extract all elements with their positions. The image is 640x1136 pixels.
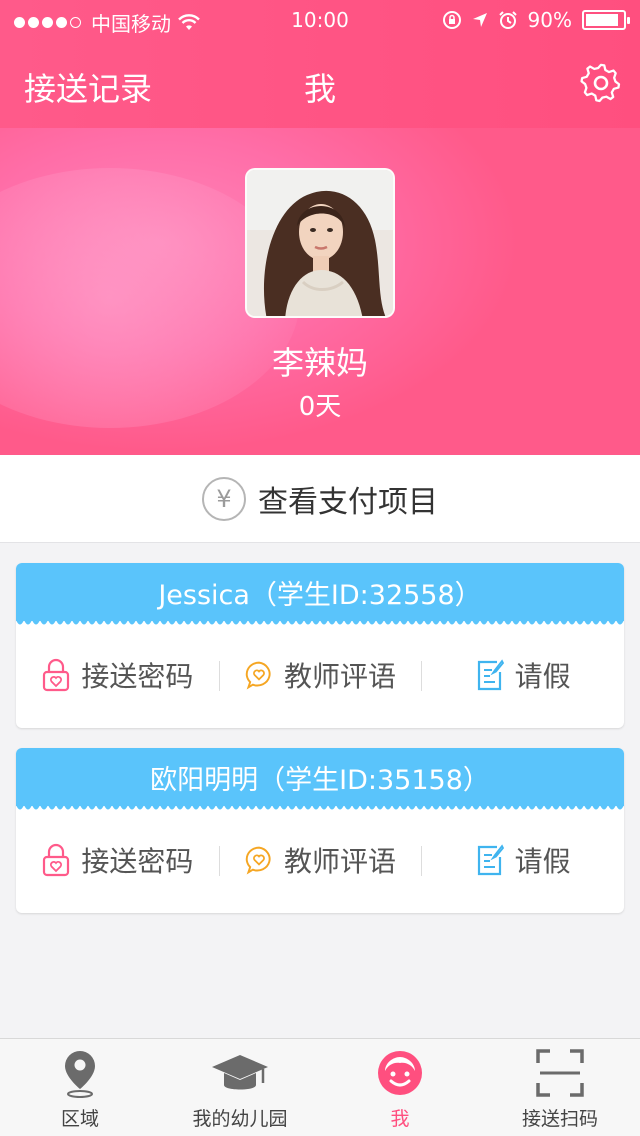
action-label: 请假 [514, 844, 571, 878]
student-actions: 接送密码 教师评语 请假 [16, 621, 624, 728]
leave-request-button[interactable]: 请假 [421, 621, 624, 728]
action-label: 接送密码 [81, 844, 194, 878]
action-label: 请假 [514, 659, 571, 693]
tab-pickup-scan[interactable]: 接送扫码 [480, 1039, 640, 1136]
action-label: 教师评语 [284, 659, 397, 693]
avatar-photo [247, 170, 393, 316]
tab-bar: 区域 我的幼儿园 我 接送扫码 [0, 1038, 640, 1136]
teacher-comments-button[interactable]: 教师评语 [218, 806, 422, 913]
graduation-cap-icon [212, 1055, 268, 1090]
tab-me[interactable]: 我 [320, 1039, 480, 1136]
status-bar: 中国移动 10:00 90% [0, 0, 640, 40]
student-card-header: Jessica（学生ID:32558） [16, 563, 624, 625]
tab-label: 我的幼儿园 [192, 1108, 288, 1130]
yen-icon: ¥ [202, 476, 246, 521]
location-arrow-icon [472, 13, 487, 27]
gear-icon[interactable] [580, 62, 622, 104]
chat-heart-icon [245, 846, 271, 875]
pickup-password-button[interactable]: 接送密码 [16, 806, 219, 913]
action-label: 教师评语 [284, 844, 397, 878]
student-card: Jessica（学生ID:32558） 接送密码 教师评语 请假 [16, 563, 624, 728]
avatar[interactable] [245, 168, 395, 318]
tab-region[interactable]: 区域 [0, 1039, 160, 1136]
lock-heart-icon [43, 658, 70, 691]
student-title: Jessica（学生ID:32558） [158, 579, 482, 611]
smiley-face-icon [378, 1051, 422, 1095]
leave-request-button[interactable]: 请假 [421, 806, 624, 913]
payment-items-row[interactable]: ¥ 查看支付项目 [0, 455, 640, 543]
days-count: 0天 [298, 392, 342, 422]
rotation-lock-icon [442, 11, 461, 29]
nav-bar: 接送记录 我 [0, 40, 640, 128]
alarm-icon [498, 11, 517, 29]
note-icon [477, 843, 504, 875]
status-right: 90% [442, 8, 630, 32]
battery-percent: 90% [527, 8, 572, 32]
battery-icon [582, 10, 630, 30]
tab-label: 区域 [60, 1108, 99, 1130]
tab-label: 我 [390, 1108, 410, 1130]
tab-label: 接送扫码 [521, 1108, 598, 1130]
student-card-header: 欧阳明明（学生ID:35158） [16, 748, 624, 810]
teacher-comments-button[interactable]: 教师评语 [218, 621, 422, 728]
scan-icon [536, 1049, 584, 1097]
pickup-password-button[interactable]: 接送密码 [16, 621, 219, 728]
tab-my-kindergarten[interactable]: 我的幼儿园 [160, 1039, 320, 1136]
payment-items-label: 查看支付项目 [258, 484, 438, 520]
student-actions: 接送密码 教师评语 请假 [16, 806, 624, 913]
user-name: 李辣妈 [271, 344, 368, 382]
profile-header: 李辣妈 0天 [0, 128, 640, 455]
note-icon [477, 658, 504, 690]
action-label: 接送密码 [81, 659, 194, 693]
chat-heart-icon [245, 661, 271, 690]
student-card: 欧阳明明（学生ID:35158） 接送密码 教师评语 请假 [16, 748, 624, 913]
pickup-records-link[interactable]: 接送记录 [24, 64, 152, 110]
lock-heart-icon [43, 843, 70, 876]
student-title: 欧阳明明（学生ID:35158） [150, 764, 490, 796]
top-bar: 中国移动 10:00 90% 接送记录 我 [0, 0, 640, 128]
map-pin-icon [65, 1051, 95, 1098]
